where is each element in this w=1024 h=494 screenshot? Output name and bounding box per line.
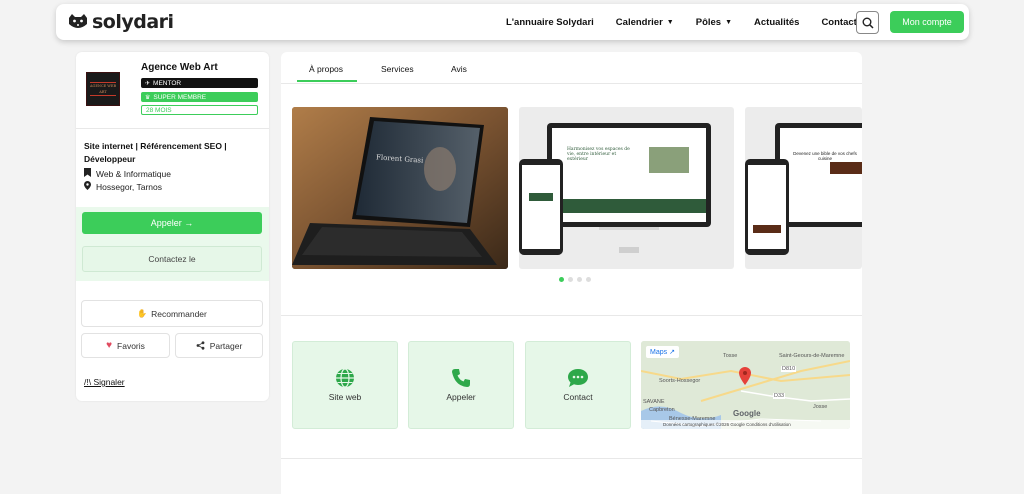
- bookmark-icon: [84, 168, 94, 179]
- maps-link[interactable]: Maps ↗: [646, 346, 679, 358]
- phone-icon: [452, 369, 470, 387]
- call-tile[interactable]: Appeler: [408, 341, 514, 429]
- avatar-logo-text: AGENCE WEB ART: [90, 82, 117, 96]
- leopard-logo-icon: [69, 14, 87, 28]
- map-place-josse: Josse: [813, 404, 828, 410]
- nav-annuaire[interactable]: L'annuaire Solydari: [506, 17, 594, 28]
- recommend-label: Recommander: [151, 308, 207, 319]
- map-place-tosse: Tosse: [723, 353, 738, 359]
- logo[interactable]: solydari: [67, 11, 174, 33]
- search-icon: [862, 17, 874, 29]
- devices-mockup-2-image: [745, 123, 862, 255]
- map-place-capbreton: Capbreton: [649, 407, 675, 413]
- profile-card: AGENCE WEB ART Agence Web Art ✈ MENTOR ♛ S…: [76, 52, 269, 401]
- contact-tile[interactable]: Contact: [525, 341, 631, 429]
- badge-months: 28 MOIS: [141, 105, 258, 115]
- location-pin-icon: [84, 181, 94, 192]
- map-place-saint-geours: Saint-Geours-de-Maremne: [779, 353, 845, 359]
- carousel-slide-2[interactable]: Harmonisez vos espaces de vie, entre int…: [519, 107, 734, 269]
- maps-link-label: Maps: [650, 349, 668, 356]
- share-label: Partager: [209, 340, 243, 351]
- favorite-label: Favoris: [117, 340, 145, 351]
- website-tile[interactable]: Site web: [292, 341, 398, 429]
- carousel-slide-1[interactable]: Florent Grasi: [292, 107, 508, 269]
- map-road-d810: D810: [781, 366, 797, 372]
- nav-calendrier-label: Calendrier: [615, 16, 663, 28]
- nav-poles[interactable]: Pôles ▼: [696, 17, 732, 28]
- top-header: solydari L'annuaire Solydari Calendrier ▼…: [56, 4, 969, 40]
- nav-contact[interactable]: Contact: [821, 17, 856, 28]
- tabs-divider: [281, 83, 862, 84]
- badge-super-label: SUPER MEMBRE: [153, 93, 207, 101]
- heart-icon: ♥: [106, 340, 113, 351]
- call-button[interactable]: Appeler →: [82, 212, 262, 234]
- map-credit-text: Données cartographiques ©2026 Google Con…: [663, 422, 791, 427]
- main-nav: L'annuaire Solydari Calendrier ▼ Pôles ▼ A…: [506, 4, 879, 40]
- carousel-dot[interactable]: [577, 277, 582, 282]
- map-place-savane: SAVANE: [643, 399, 665, 405]
- badge-mentor-label: MENTOR: [153, 79, 182, 87]
- section-divider: [281, 315, 862, 316]
- trophy-icon: ♛: [145, 94, 151, 101]
- active-tab-indicator: [297, 80, 357, 82]
- agency-name: Agence Web Art: [141, 62, 218, 73]
- avatar: AGENCE WEB ART: [86, 72, 120, 106]
- nav-actualites[interactable]: Actualités: [754, 17, 799, 28]
- chat-icon: [568, 369, 588, 387]
- nav-actualites-label: Actualités: [754, 16, 800, 28]
- tablet-photo-image: [292, 107, 508, 269]
- main-content: À propos Services Avis Florent Grasi Har…: [281, 52, 862, 494]
- category-line: Web & Informatique: [84, 168, 171, 179]
- carousel-dots: [559, 277, 595, 282]
- chevron-down-icon: ▼: [725, 18, 733, 26]
- location-line: Hossegor, Tarnos: [84, 181, 162, 192]
- report-link[interactable]: /!\ Signaler: [84, 377, 125, 387]
- tab-a-propos[interactable]: À propos: [309, 64, 343, 74]
- nav-contact-label: Contact: [821, 16, 857, 28]
- map-pin-icon[interactable]: [739, 367, 751, 385]
- carousel-dot[interactable]: [586, 277, 591, 282]
- map-credit: Données cartographiques ©2026 Google Con…: [641, 420, 850, 429]
- map-widget[interactable]: Maps ↗ Tosse Saint-Geours-de-Maremne Soo…: [641, 341, 850, 429]
- nav-poles-label: Pôles: [695, 16, 722, 28]
- rocket-icon: ✈: [145, 80, 151, 87]
- tab-services[interactable]: Services: [381, 64, 414, 74]
- chevron-down-icon: ▼: [666, 18, 674, 26]
- badge-mentor: ✈ MENTOR: [141, 78, 258, 88]
- map-place-soorts: Soorts-Hossegor: [659, 378, 701, 384]
- category-label: Web & Informatique: [96, 168, 171, 179]
- devices-mockup-image: [519, 123, 711, 255]
- search-button[interactable]: [856, 11, 879, 34]
- account-button[interactable]: Mon compte: [890, 11, 964, 33]
- nav-calendrier[interactable]: Calendrier ▼: [616, 17, 674, 28]
- carousel-dot[interactable]: [559, 277, 564, 282]
- slide-2-heading: Harmonisez vos espaces de vie, entre int…: [567, 147, 630, 162]
- section-divider: [281, 458, 862, 459]
- logo-text: solydari: [92, 11, 174, 33]
- share-button[interactable]: Partager: [175, 333, 263, 358]
- badge-months-label: 28 MOIS: [146, 106, 172, 114]
- contact-button[interactable]: Contactez le: [82, 246, 262, 272]
- recommend-button[interactable]: ✋ Recommander: [81, 300, 263, 327]
- tab-avis[interactable]: Avis: [451, 64, 467, 74]
- slide-3-heading: Devenez une bible de vos chefs cuisine: [793, 151, 857, 161]
- contact-tile-label: Contact: [563, 392, 593, 402]
- cta-zone: Appeler → Contactez le: [76, 207, 269, 281]
- badge-super-membre: ♛ SUPER MEMBRE: [141, 92, 258, 102]
- carousel-dot[interactable]: [568, 277, 573, 282]
- favorite-button[interactable]: ♥ Favoris: [81, 333, 170, 358]
- map-road-d33: D33: [773, 393, 786, 399]
- globe-icon: [336, 368, 354, 388]
- handshake-icon: ✋: [137, 309, 148, 318]
- external-link-icon: ↗: [669, 349, 675, 356]
- carousel-slide-3[interactable]: Devenez une bible de vos chefs cuisine: [745, 107, 862, 269]
- google-logo: Google: [733, 409, 761, 418]
- call-tile-label: Appeler: [446, 392, 476, 402]
- location-label: Hossegor, Tarnos: [96, 181, 162, 192]
- divider: [76, 128, 269, 129]
- nav-annuaire-label: L'annuaire Solydari: [506, 16, 594, 28]
- profile-description: Site internet | Référencement SEO | Déve…: [84, 141, 227, 164]
- website-label: Site web: [328, 392, 362, 402]
- share-icon: [196, 341, 205, 350]
